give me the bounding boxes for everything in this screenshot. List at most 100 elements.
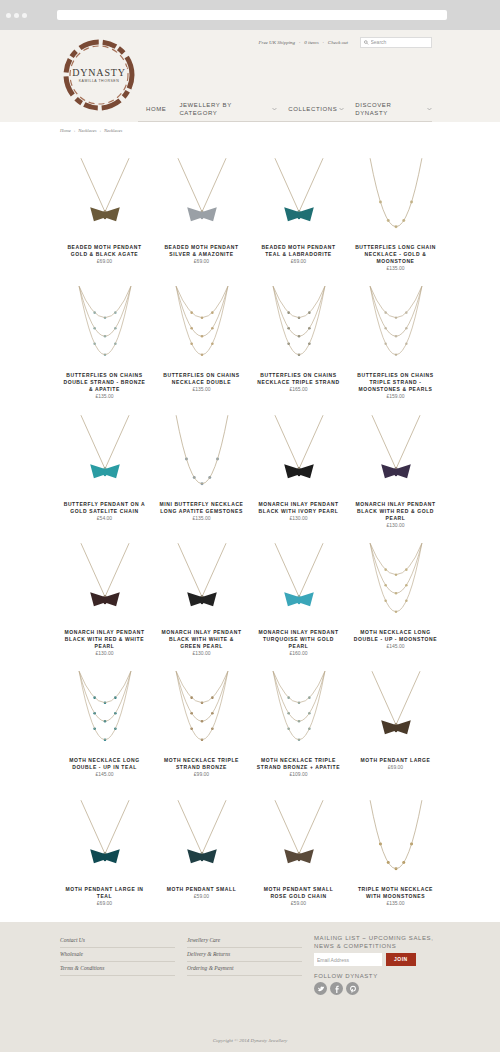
join-button[interactable]: JOIN	[386, 953, 416, 966]
necklace-icon[interactable]	[359, 413, 433, 497]
product-card[interactable]: MONARCH INLAY PENDANT BLACK WITH WHITE &…	[157, 537, 246, 665]
footer-link[interactable]: Wholesale	[60, 948, 175, 962]
product-card[interactable]: BUTTERFLIES ON CHAINS DOUBLE STRAND - BR…	[60, 280, 149, 408]
top-link[interactable]: Free UK Shipping	[259, 39, 295, 46]
search-input[interactable]	[371, 39, 429, 46]
product-name[interactable]: BUTTERFLY PENDANT ON A GOLD SATELITE CHA…	[60, 501, 149, 515]
necklace-icon[interactable]	[68, 284, 142, 368]
breadcrumb-item[interactable]: Necklaces	[104, 128, 122, 134]
product-image[interactable]	[351, 280, 440, 368]
product-card[interactable]: MOTH PENDANT SMALL£59.00	[157, 794, 246, 922]
product-image[interactable]	[351, 665, 440, 753]
product-card[interactable]: MONARCH INLAY PENDANT BLACK WITH IVORY P…	[254, 409, 343, 537]
necklace-icon[interactable]	[359, 669, 433, 753]
product-image[interactable]	[351, 409, 440, 497]
necklace-icon[interactable]	[165, 798, 239, 882]
product-card[interactable]: MOTH PENDANT LARGE£69.00	[351, 665, 440, 793]
necklace-icon[interactable]	[262, 156, 336, 240]
product-image[interactable]	[351, 537, 440, 625]
product-name[interactable]: BUTTERFLIES ON CHAINS TRIPLE STRAND - MO…	[351, 372, 440, 393]
necklace-icon[interactable]	[165, 541, 239, 625]
product-name[interactable]: MOTH PENDANT LARGE	[359, 757, 433, 764]
product-card[interactable]: BEADED MOTH PENDANT GOLD & BLACK AGATE£6…	[60, 152, 149, 280]
logo[interactable]: DYNASTYKAMILLA THORSEN	[60, 36, 138, 114]
pinterest-button[interactable]	[346, 982, 359, 995]
product-image[interactable]	[254, 409, 343, 497]
product-card[interactable]: BUTTERFLIES ON CHAINS NECKLACE TRIPLE ST…	[254, 280, 343, 408]
product-name[interactable]: BUTTERFLIES ON CHAINS NECKLACE DOUBLE	[157, 372, 246, 386]
product-image[interactable]	[254, 794, 343, 882]
product-card[interactable]: MOTH NECKLACE LONG DOUBLE - UP IN TEAL£1…	[60, 665, 149, 793]
necklace-icon[interactable]	[68, 156, 142, 240]
necklace-icon[interactable]	[262, 669, 336, 753]
product-image[interactable]	[351, 152, 440, 240]
facebook-button[interactable]	[330, 982, 343, 995]
product-card[interactable]: MINI BUTTERFLY NECKLACE LONG APATITE GEM…	[157, 409, 246, 537]
nav-item[interactable]: JEWELLERY BY CATEGORY	[179, 101, 277, 117]
product-name[interactable]: MOTH NECKLACE LONG DOUBLE - UP - MOONSTO…	[351, 629, 440, 643]
footer-link[interactable]: Ordering & Payment	[187, 962, 302, 976]
product-card[interactable]: MOTH PENDANT SMALL ROSE GOLD CHAIN£59.00	[254, 794, 343, 922]
necklace-icon[interactable]	[262, 541, 336, 625]
product-name[interactable]: MOTH PENDANT LARGE IN TEAL	[60, 886, 149, 900]
search-box[interactable]	[360, 37, 432, 48]
product-card[interactable]: MOTH PENDANT LARGE IN TEAL£69.00	[60, 794, 149, 922]
twitter-button[interactable]	[314, 982, 327, 995]
close-dot[interactable]	[6, 13, 11, 18]
necklace-icon[interactable]	[165, 413, 239, 497]
product-name[interactable]: BEADED MOTH PENDANT SILVER & AMAZONITE	[157, 244, 246, 258]
product-name[interactable]: MOTH PENDANT SMALL ROSE GOLD CHAIN	[254, 886, 343, 900]
product-name[interactable]: BUTTERFLIES ON CHAINS NECKLACE TRIPLE ST…	[254, 372, 343, 386]
product-image[interactable]	[254, 537, 343, 625]
product-image[interactable]	[60, 280, 149, 368]
product-image[interactable]	[60, 537, 149, 625]
product-name[interactable]: MONARCH INLAY PENDANT BLACK WITH RED & W…	[60, 629, 149, 650]
necklace-icon[interactable]	[68, 541, 142, 625]
product-name[interactable]: BEADED MOTH PENDANT TEAL & LABRADORITE	[254, 244, 343, 258]
necklace-icon[interactable]	[68, 798, 142, 882]
product-name[interactable]: TRIPLE MOTH NECKLACE WITH MOONSTONES	[351, 886, 440, 900]
product-name[interactable]: MOTH NECKLACE TRIPLE STRAND BRONZE	[157, 757, 246, 771]
product-image[interactable]	[157, 537, 246, 625]
nav-item[interactable]: COLLECTIONS	[288, 101, 344, 117]
top-link[interactable]: 0 items	[304, 39, 318, 46]
product-card[interactable]: BUTTERFLY PENDANT ON A GOLD SATELITE CHA…	[60, 409, 149, 537]
footer-link[interactable]: Jewellery Care	[187, 934, 302, 948]
necklace-icon[interactable]	[359, 541, 433, 625]
necklace-icon[interactable]	[165, 284, 239, 368]
product-name[interactable]: BUTTERFLIES LONG CHAIN NECKLACE - GOLD &…	[351, 244, 440, 265]
necklace-icon[interactable]	[68, 669, 142, 753]
product-name[interactable]: MONARCH INLAY PENDANT BLACK WITH WHITE &…	[157, 629, 246, 650]
product-card[interactable]: MONARCH INLAY PENDANT BLACK WITH RED & G…	[351, 409, 440, 537]
product-image[interactable]	[157, 794, 246, 882]
product-image[interactable]	[254, 665, 343, 753]
breadcrumb-item[interactable]: Necklaces	[78, 128, 96, 134]
product-card[interactable]: BEADED MOTH PENDANT TEAL & LABRADORITE£6…	[254, 152, 343, 280]
product-image[interactable]	[60, 152, 149, 240]
product-name[interactable]: MONARCH INLAY PENDANT BLACK WITH RED & G…	[351, 501, 440, 522]
product-card[interactable]: BUTTERFLIES ON CHAINS TRIPLE STRAND - MO…	[351, 280, 440, 408]
necklace-icon[interactable]	[359, 156, 433, 240]
necklace-icon[interactable]	[359, 284, 433, 368]
email-input[interactable]	[314, 953, 382, 966]
product-card[interactable]: MOTH NECKLACE TRIPLE STRAND BRONZE£99.00	[157, 665, 246, 793]
product-image[interactable]	[157, 665, 246, 753]
product-name[interactable]: MONARCH INLAY PENDANT BLACK WITH IVORY P…	[254, 501, 343, 515]
product-image[interactable]	[157, 280, 246, 368]
product-card[interactable]: BUTTERFLIES ON CHAINS NECKLACE DOUBLE£13…	[157, 280, 246, 408]
product-card[interactable]: MOTH NECKLACE LONG DOUBLE - UP - MOONSTO…	[351, 537, 440, 665]
product-name[interactable]: BEADED MOTH PENDANT GOLD & BLACK AGATE	[60, 244, 149, 258]
necklace-icon[interactable]	[262, 413, 336, 497]
product-card[interactable]: MONARCH INLAY PENDANT BLACK WITH RED & W…	[60, 537, 149, 665]
product-image[interactable]	[60, 409, 149, 497]
necklace-icon[interactable]	[68, 413, 142, 497]
minimize-dot[interactable]	[14, 13, 19, 18]
necklace-icon[interactable]	[165, 156, 239, 240]
necklace-icon[interactable]	[262, 284, 336, 368]
footer-link[interactable]: Terms & Conditions	[60, 962, 175, 976]
footer-link[interactable]: Contact Us	[60, 934, 175, 948]
product-card[interactable]: MOTH NECKLACE TRIPLE STRAND BRONZE + APA…	[254, 665, 343, 793]
product-image[interactable]	[60, 794, 149, 882]
footer-link[interactable]: Delivery & Returns	[187, 948, 302, 962]
necklace-icon[interactable]	[262, 798, 336, 882]
